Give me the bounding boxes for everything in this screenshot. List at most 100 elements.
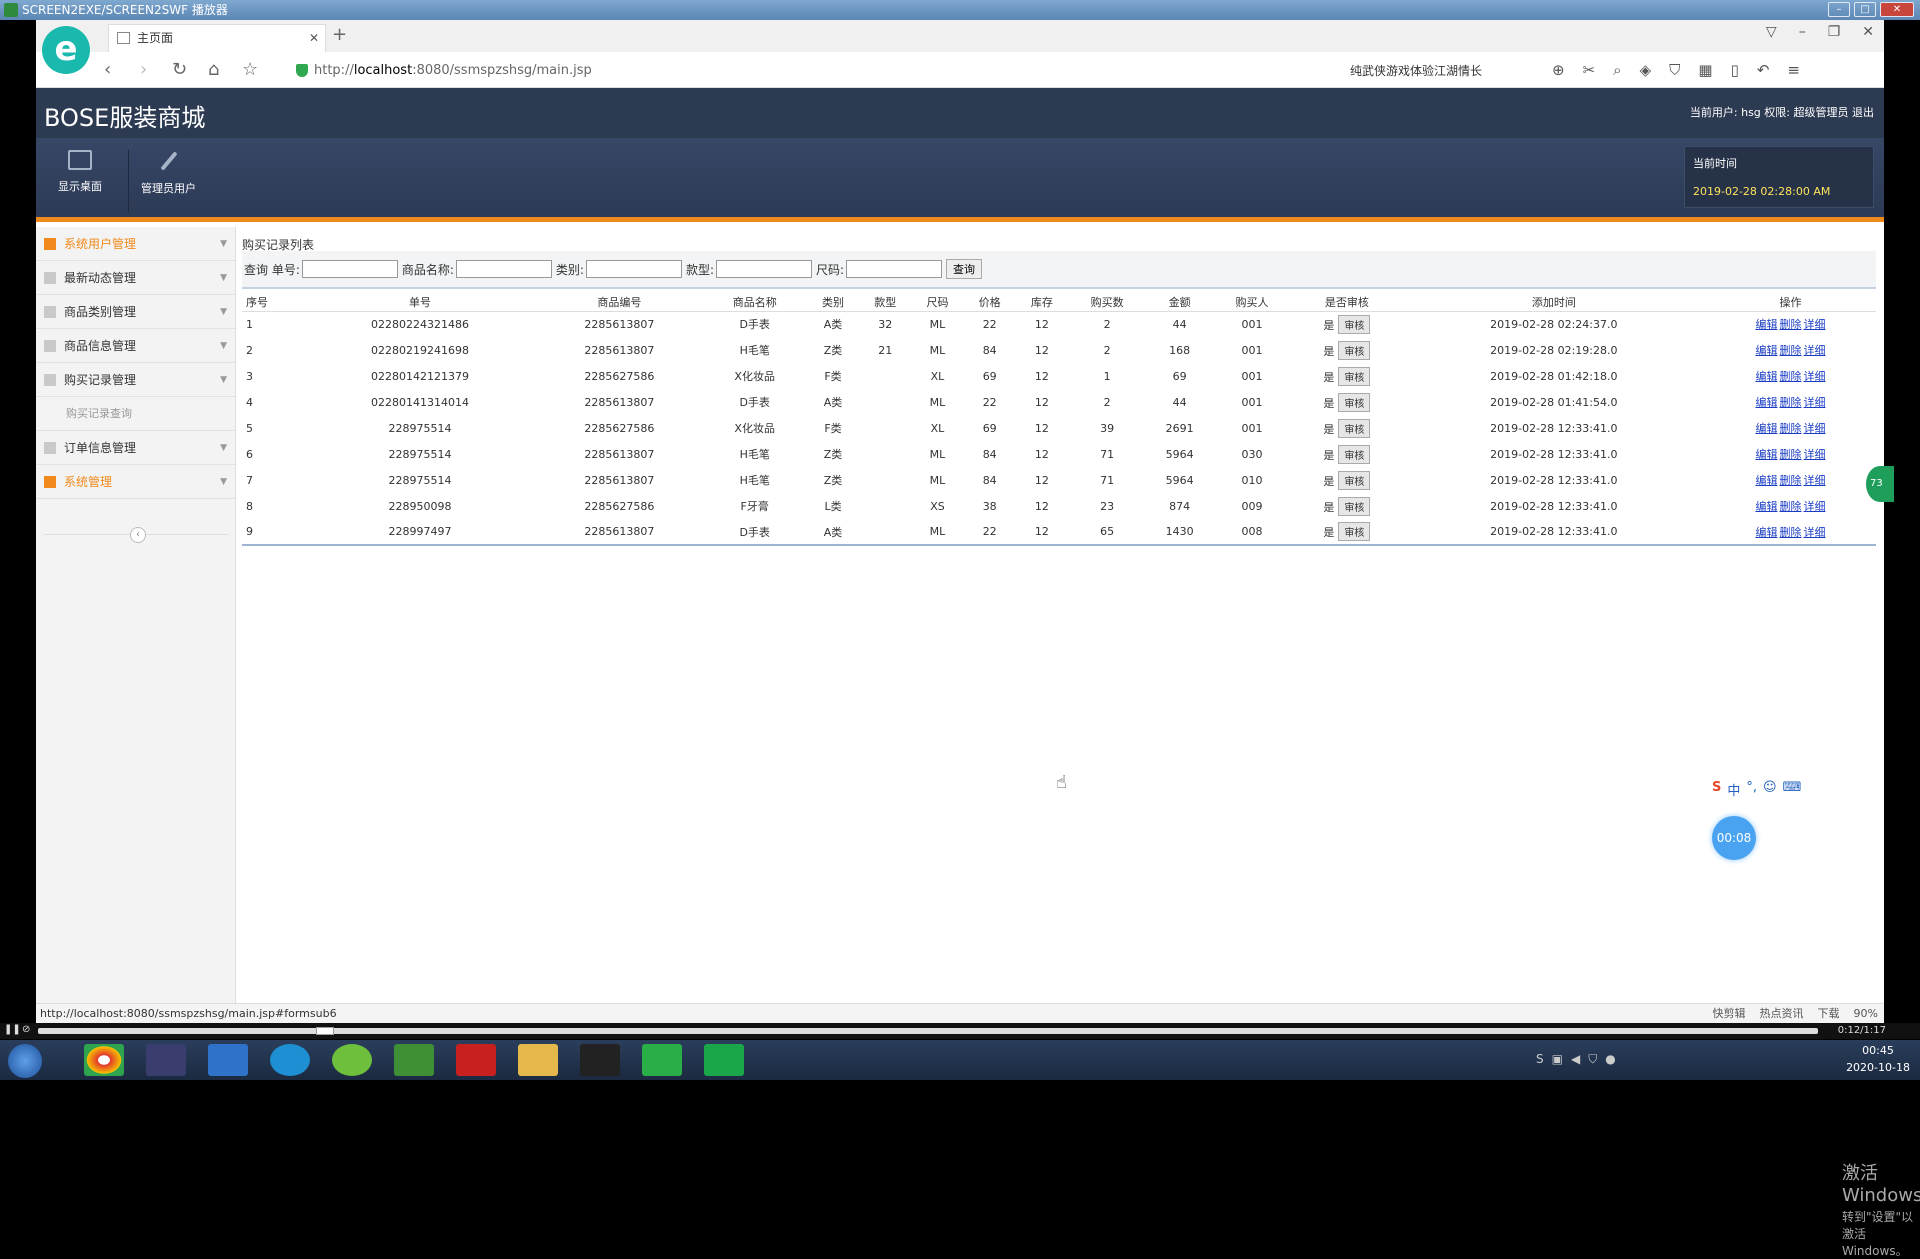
delete-link[interactable]: 删除 — [1779, 448, 1801, 461]
audit-button[interactable]: 审核 — [1338, 496, 1371, 516]
browser-logo-icon[interactable]: e — [42, 26, 90, 74]
query-button[interactable]: 查询 — [946, 259, 983, 279]
edit-link[interactable]: 编辑 — [1755, 370, 1777, 383]
delete-link[interactable]: 删除 — [1779, 474, 1801, 487]
close-button[interactable]: ✕ — [1880, 2, 1914, 17]
menu-icon[interactable]: ≡ — [1787, 61, 1800, 79]
skin-icon[interactable]: ▽ — [1766, 24, 1777, 40]
edit-link[interactable]: 编辑 — [1755, 318, 1777, 331]
user-info[interactable]: 当前用户: hsg 权限: 超级管理员 退出 — [1690, 104, 1874, 120]
baidu-netdisk-icon[interactable] — [208, 1044, 248, 1076]
detail-link[interactable]: 详细 — [1803, 318, 1825, 331]
detail-link[interactable]: 详细 — [1803, 474, 1825, 487]
delete-link[interactable]: 删除 — [1779, 526, 1801, 539]
edit-link[interactable]: 编辑 — [1755, 344, 1777, 357]
audit-button[interactable]: 审核 — [1338, 314, 1371, 334]
edit-link[interactable]: 编辑 — [1755, 526, 1777, 539]
flash-icon[interactable] — [456, 1044, 496, 1076]
stop-icon[interactable]: ⊘ — [22, 1024, 30, 1035]
progress-track[interactable] — [38, 1028, 1818, 1034]
editor-icon[interactable] — [394, 1044, 434, 1076]
eclipse-icon[interactable] — [146, 1044, 186, 1076]
edit-link[interactable]: 编辑 — [1755, 396, 1777, 409]
back-icon[interactable]: ‹ — [104, 59, 111, 80]
browser-restore-icon[interactable]: ❐ — [1828, 24, 1841, 40]
delete-link[interactable]: 删除 — [1779, 396, 1801, 409]
screenshot-icon[interactable]: ✂ — [1583, 61, 1596, 79]
audit-button[interactable]: 审核 — [1338, 366, 1371, 386]
apps-grid-icon[interactable]: ▦ — [1698, 61, 1712, 79]
detail-link[interactable]: 详细 — [1803, 526, 1825, 539]
sidebar-item-system-users[interactable]: 系统用户管理 ▼ — [36, 227, 235, 261]
delete-link[interactable]: 删除 — [1779, 344, 1801, 357]
pause-icon[interactable]: ❚❚ — [4, 1024, 21, 1035]
sidebar-item-purchases[interactable]: 购买记录管理 ▼ — [36, 363, 235, 397]
network-icon[interactable]: ▣ — [1552, 1052, 1563, 1067]
qq-icon[interactable] — [580, 1044, 620, 1076]
favorite-star-icon[interactable]: ☆ — [242, 59, 258, 80]
extension-icon[interactable]: ⊕ — [1552, 61, 1565, 79]
delete-link[interactable]: 删除 — [1779, 500, 1801, 513]
sidebar-item-products[interactable]: 商品信息管理 ▼ — [36, 329, 235, 363]
detail-link[interactable]: 详细 — [1803, 370, 1825, 383]
browser-close-icon[interactable]: ✕ — [1862, 24, 1874, 40]
show-desktop-button[interactable]: 显示桌面 — [40, 150, 120, 212]
ime-emoji-icon[interactable]: ☺ — [1763, 780, 1777, 799]
chrome-icon[interactable] — [84, 1044, 124, 1076]
model-input[interactable] — [716, 260, 812, 278]
start-button[interactable] — [8, 1044, 42, 1078]
maximize-button[interactable]: □ — [1854, 2, 1876, 17]
minimize-button[interactable]: – — [1828, 2, 1850, 17]
detail-link[interactable]: 详细 — [1803, 448, 1825, 461]
sidebar-subitem-purchase-query[interactable]: 购买记录查询 — [36, 397, 235, 431]
download-item[interactable]: 下载 — [1818, 1004, 1840, 1023]
sidebar-item-system[interactable]: 系统管理 ▼ — [36, 465, 235, 499]
hot-search-text[interactable]: 纯武侠游戏体验江湖情长 — [1350, 62, 1482, 79]
quick-edit-item[interactable]: 快剪辑 — [1713, 1004, 1746, 1023]
clock[interactable]: 00:45 2020-10-18 — [1846, 1042, 1910, 1076]
game-icon[interactable]: ◈ — [1640, 61, 1652, 79]
audit-button[interactable]: 审核 — [1338, 392, 1371, 412]
delete-link[interactable]: 删除 — [1779, 370, 1801, 383]
home-icon[interactable]: ⌂ — [208, 59, 219, 80]
refresh-icon[interactable]: ↻ — [172, 59, 187, 80]
product-name-input[interactable] — [455, 260, 552, 278]
search-icon[interactable]: ⌕ — [1613, 61, 1621, 79]
audit-button[interactable]: 审核 — [1338, 418, 1371, 438]
category-input[interactable] — [585, 260, 682, 278]
zoom-level[interactable]: 90% — [1854, 1004, 1878, 1023]
address-bar[interactable]: http://localhost:8080/ssmspzshsg/main.js… — [294, 60, 1274, 82]
360-icon[interactable] — [332, 1044, 372, 1076]
edit-link[interactable]: 编辑 — [1755, 448, 1777, 461]
sogou-tray-icon[interactable]: S — [1536, 1052, 1544, 1067]
volume-icon[interactable]: ◀ — [1571, 1052, 1580, 1067]
collapse-sidebar-icon[interactable]: ‹ — [130, 527, 146, 543]
edit-link[interactable]: 编辑 — [1755, 474, 1777, 487]
progress-thumb[interactable] — [316, 1027, 334, 1035]
recording-timer[interactable]: 00:08 — [1712, 816, 1756, 860]
new-tab-button[interactable]: + — [332, 24, 347, 45]
detail-link[interactable]: 详细 — [1803, 344, 1825, 357]
audit-button[interactable]: 审核 — [1338, 522, 1371, 541]
edit-link[interactable]: 编辑 — [1755, 500, 1777, 513]
detail-link[interactable]: 详细 — [1803, 500, 1825, 513]
hot-news-item[interactable]: 热点资讯 — [1760, 1004, 1804, 1023]
sidebar-item-orders[interactable]: 订单信息管理 ▼ — [36, 431, 235, 465]
sogou-logo-icon[interactable]: S — [1712, 780, 1721, 799]
browser-icon[interactable] — [270, 1044, 310, 1076]
security-tray-icon[interactable]: ⛉ — [1588, 1052, 1597, 1067]
floating-badge[interactable]: 73 — [1866, 466, 1894, 502]
shield-icon[interactable]: ⛉ — [1669, 61, 1680, 79]
tab-main-page[interactable]: 主页面 ✕ — [108, 24, 326, 52]
ime-punct[interactable]: °, — [1746, 780, 1757, 799]
wechat-icon[interactable] — [642, 1044, 682, 1076]
detail-link[interactable]: 详细 — [1803, 422, 1825, 435]
browser-minimize-icon[interactable]: – — [1799, 24, 1806, 40]
sidebar-item-categories[interactable]: 商品类别管理 ▼ — [36, 295, 235, 329]
admin-user-button[interactable]: 管理员用户 — [128, 150, 208, 212]
order-no-input[interactable] — [301, 260, 398, 278]
tab-close-icon[interactable]: ✕ — [309, 25, 319, 51]
screen-recorder-icon[interactable] — [704, 1044, 744, 1076]
audit-button[interactable]: 审核 — [1338, 340, 1371, 360]
audit-button[interactable]: 审核 — [1338, 444, 1371, 464]
